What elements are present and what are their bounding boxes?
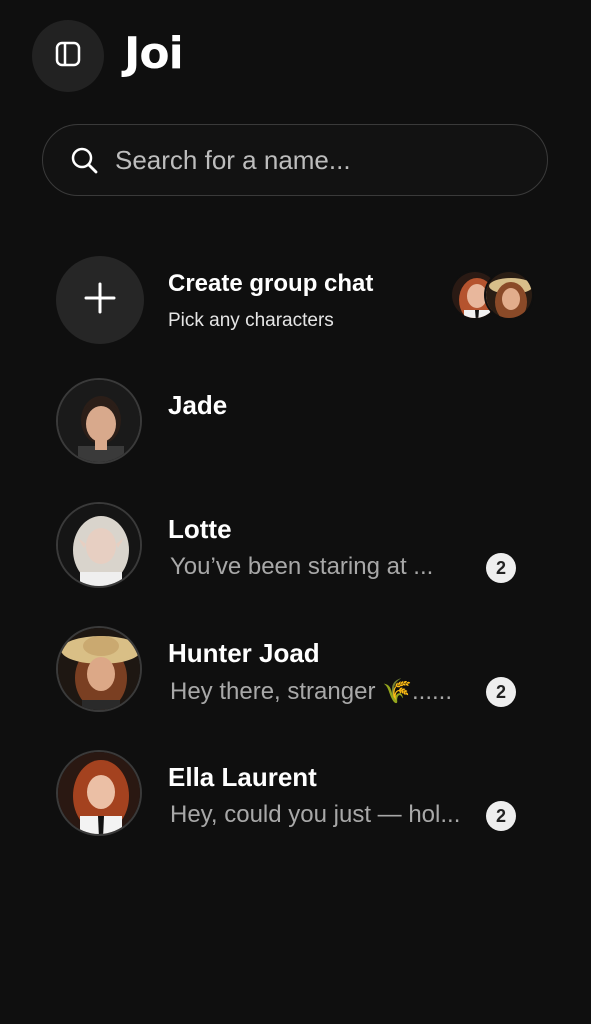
chat-item-lotte[interactable]: Lotte You’ve been staring at ... 2: [0, 502, 591, 602]
plus-icon: [83, 281, 117, 320]
chat-preview: Hey, could you just — hol...: [170, 801, 461, 828]
chat-name: Ella Laurent: [168, 762, 317, 792]
avatar: [484, 270, 534, 320]
unread-badge: 2: [486, 553, 516, 583]
group-chat-subtitle: Pick any characters: [168, 310, 334, 331]
group-preview-avatars: [450, 270, 540, 324]
chat-preview: You’ve been staring at ...: [170, 553, 434, 580]
search-icon: [69, 145, 99, 175]
create-group-button[interactable]: [56, 256, 144, 344]
search-input[interactable]: [115, 144, 547, 176]
avatar: [56, 750, 142, 836]
chat-name: Hunter Joad: [168, 638, 320, 668]
chat-name: Jade: [168, 390, 228, 420]
app-logo: Joi: [124, 28, 184, 79]
chat-item-hunter-joad[interactable]: Hunter Joad Hey there, stranger 🌾...... …: [0, 626, 591, 726]
avatar: [56, 502, 142, 588]
app-header: Joi: [0, 0, 591, 110]
avatar: [56, 626, 142, 712]
avatar: [56, 378, 142, 464]
sidebar-toggle-icon: [54, 40, 82, 73]
chat-item-jade[interactable]: Jade: [0, 378, 591, 478]
chat-item-ella-laurent[interactable]: Ella Laurent Hey, could you just — hol..…: [0, 750, 591, 850]
chat-preview: Hey there, stranger 🌾......: [170, 678, 452, 705]
chat-name: Lotte: [168, 514, 232, 544]
unread-badge: 2: [486, 801, 516, 831]
search-bar[interactable]: [42, 124, 548, 196]
group-chat-title: Create group chat: [168, 270, 374, 297]
sidebar-toggle-button[interactable]: [32, 20, 104, 92]
unread-badge: 2: [486, 677, 516, 707]
